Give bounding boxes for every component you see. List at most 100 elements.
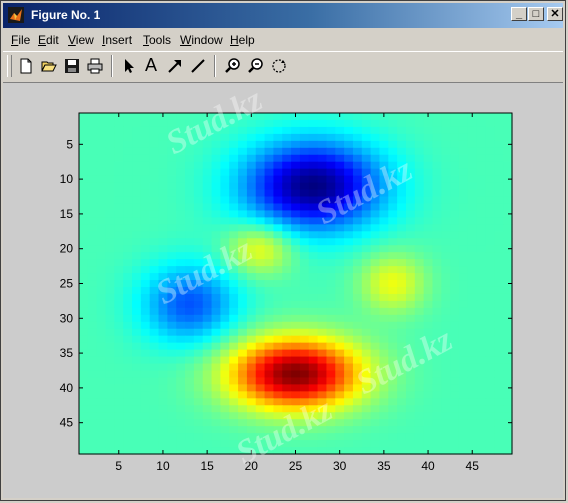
zoom-out-button[interactable]: [245, 55, 267, 77]
heatmap-cell: [193, 273, 204, 281]
heatmap-cell: [476, 286, 487, 295]
heatmap-cell: [317, 412, 328, 420]
heatmap-cell: [202, 203, 213, 212]
zoom-in-button[interactable]: [222, 55, 244, 77]
maximize-button[interactable]: □: [528, 7, 544, 21]
heatmap-cell: [414, 293, 425, 302]
heatmap-cell: [361, 356, 372, 365]
heatmap-cell: [344, 168, 354, 177]
heatmap-cell: [123, 196, 133, 205]
heatmap-cell: [140, 245, 151, 253]
heatmap-cell: [335, 119, 345, 128]
heatmap-cell: [414, 161, 425, 170]
heatmap-cell: [87, 349, 98, 358]
print-button[interactable]: [84, 55, 106, 77]
heatmap-cell: [450, 147, 460, 156]
heatmap-cell: [114, 412, 124, 420]
heatmap-cell: [211, 405, 221, 413]
heatmap-cell: [423, 363, 434, 372]
heatmap-cell: [193, 126, 204, 135]
heatmap-cell: [370, 412, 381, 420]
heatmap-cell: [308, 280, 319, 288]
insert-line-button[interactable]: [187, 55, 209, 77]
heatmap-cell: [370, 363, 381, 372]
heatmap-cell: [123, 161, 133, 170]
heatmap-cell: [96, 175, 107, 184]
heatmap-cell: [282, 377, 292, 386]
heatmap-cell: [273, 252, 283, 260]
heatmap-cell: [476, 217, 487, 225]
menu-edit[interactable]: Edit: [38, 33, 59, 47]
heatmap-cell: [423, 433, 434, 441]
menu-insert[interactable]: Insert: [102, 33, 132, 47]
save-button[interactable]: [61, 55, 83, 77]
heatmap-cell: [450, 412, 460, 420]
toolbar-grip[interactable]: [7, 55, 12, 77]
heatmap-cell: [432, 245, 442, 253]
open-file-button[interactable]: [38, 55, 60, 77]
heatmap-cell: [432, 273, 442, 281]
heatmap-cell: [414, 307, 425, 316]
menu-window[interactable]: Window: [180, 33, 223, 47]
heatmap-cell: [432, 161, 442, 170]
heatmap-cell: [414, 391, 425, 399]
heatmap-cell: [158, 217, 168, 225]
heatmap-cell: [503, 391, 513, 399]
heatmap-cell: [282, 300, 292, 309]
heatmap-cell: [185, 175, 195, 184]
menu-file[interactable]: File: [11, 33, 30, 47]
heatmap-cell: [352, 147, 363, 156]
heatmap-cell: [220, 203, 230, 212]
heatmap-cell: [105, 391, 115, 399]
heatmap-cell: [361, 300, 372, 309]
insert-arrow-button[interactable]: [164, 55, 186, 77]
heatmap-cell: [414, 140, 425, 149]
close-button[interactable]: ✕: [547, 7, 563, 21]
heatmap-cell: [79, 238, 89, 246]
minimize-button[interactable]: _: [511, 7, 527, 21]
new-figure-button[interactable]: [15, 55, 37, 77]
insert-arrow-icon: [168, 60, 181, 73]
heatmap-cell: [220, 280, 230, 288]
heatmap-cell: [87, 426, 98, 434]
heatmap-cell: [238, 391, 248, 399]
heatmap-cell: [229, 356, 239, 365]
menu-view[interactable]: View: [68, 33, 94, 47]
heatmap-cell: [132, 412, 142, 420]
heatmap-cell: [423, 140, 434, 149]
heatmap-cell: [450, 314, 460, 323]
heatmap-cell: [282, 328, 292, 337]
heatmap-cell: [397, 280, 407, 288]
heatmap-cell: [158, 259, 168, 267]
heatmap-cell: [476, 161, 487, 170]
insert-text-button[interactable]: A: [141, 55, 163, 77]
heatmap-cell: [193, 398, 204, 406]
heatmap-cell: [344, 182, 354, 191]
heatmap-cell: [432, 119, 442, 128]
heatmap-cell: [397, 419, 407, 427]
heatmap-cell: [87, 447, 98, 455]
heatmap-cell: [423, 217, 434, 225]
heatmap-cell: [317, 342, 328, 351]
heatmap-plot[interactable]: 5 10 15 20 25 30 35 40 4551015202530354045: [3, 83, 565, 500]
title-bar[interactable]: Figure No. 1 _ □ ✕: [3, 3, 563, 28]
heatmap-cell: [503, 405, 513, 413]
heatmap-cell: [211, 273, 221, 281]
edit-plot-button[interactable]: [118, 55, 140, 77]
heatmap-cell: [246, 266, 257, 274]
heatmap-cell: [503, 252, 513, 260]
heatmap-cell: [185, 300, 195, 309]
heatmap-cell: [238, 293, 248, 302]
heatmap-cell: [264, 203, 275, 212]
rotate-3d-button[interactable]: [268, 55, 290, 77]
menu-tools[interactable]: Tools: [143, 33, 171, 47]
heatmap-cell: [494, 161, 504, 170]
heatmap-cell: [476, 154, 487, 163]
heatmap-cell: [229, 405, 239, 413]
heatmap-cell: [273, 349, 283, 358]
heatmap-cell: [167, 217, 177, 225]
menu-help[interactable]: Help: [230, 33, 255, 47]
heatmap-cell: [202, 370, 213, 379]
heatmap-cell: [167, 370, 177, 379]
heatmap-cell: [494, 286, 504, 295]
